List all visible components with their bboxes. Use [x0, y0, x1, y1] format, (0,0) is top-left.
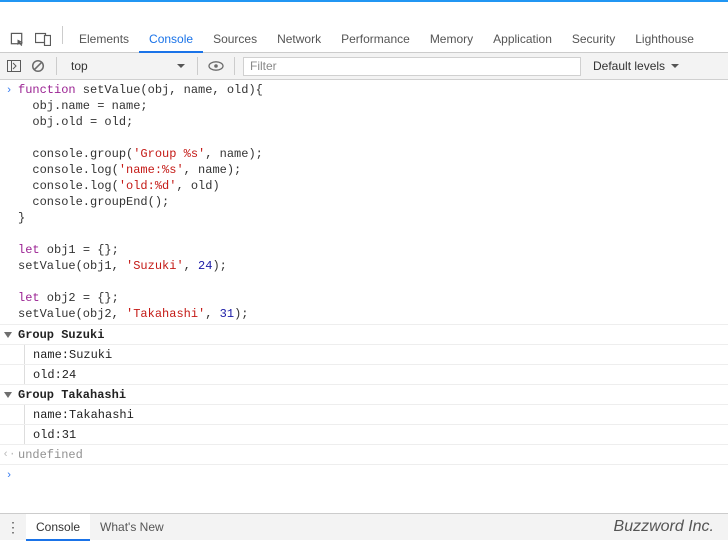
- console-toolbar: top Default levels: [0, 53, 728, 80]
- inspect-element-icon[interactable]: [4, 26, 30, 52]
- devtools-tabbar: Elements Console Sources Network Perform…: [0, 26, 728, 53]
- separator: [197, 57, 198, 75]
- tab-performance[interactable]: Performance: [331, 26, 420, 52]
- disclosure-triangle-icon: [4, 392, 12, 398]
- brand-watermark: Buzzword Inc.: [614, 514, 728, 540]
- console-input-echo: › function setValue(obj, name, old){ obj…: [0, 80, 728, 325]
- tab-security[interactable]: Security: [562, 26, 625, 52]
- console-log-line: old:31: [0, 425, 728, 445]
- drawer-tab-whatsnew[interactable]: What's New: [90, 514, 174, 540]
- clear-console-icon[interactable]: [26, 53, 50, 79]
- separator: [62, 26, 63, 44]
- window-top-strip: [0, 0, 728, 26]
- sidebar-toggle-icon[interactable]: [2, 53, 26, 79]
- tab-sources[interactable]: Sources: [203, 26, 267, 52]
- output-marker-icon: ‹·: [0, 446, 18, 463]
- levels-label: Default levels: [593, 59, 665, 73]
- console-log-line: name:Takahashi: [0, 405, 728, 425]
- code-snippet: function setValue(obj, name, old){ obj.n…: [18, 82, 271, 322]
- input-marker-icon: ›: [0, 467, 18, 484]
- more-icon[interactable]: ⋮: [0, 514, 26, 540]
- tab-application[interactable]: Application: [483, 26, 562, 52]
- live-expression-icon[interactable]: [204, 53, 228, 79]
- console-log-line: old:24: [0, 365, 728, 385]
- separator: [234, 57, 235, 75]
- context-selector[interactable]: top: [63, 56, 191, 76]
- console-group-header[interactable]: Group Takahashi: [0, 385, 728, 405]
- console-output[interactable]: › function setValue(obj, name, old){ obj…: [0, 80, 728, 513]
- group-title: Group Takahashi: [18, 387, 126, 403]
- tab-lighthouse[interactable]: Lighthouse: [625, 26, 704, 52]
- log-levels-selector[interactable]: Default levels: [581, 59, 687, 73]
- console-return-value: ‹· undefined: [0, 445, 728, 465]
- device-toggle-icon[interactable]: [30, 26, 56, 52]
- tab-elements[interactable]: Elements: [69, 26, 139, 52]
- drawer: ⋮ Console What's New Buzzword Inc.: [0, 513, 728, 540]
- disclosure-triangle-icon: [4, 332, 12, 338]
- console-prompt[interactable]: ›: [0, 465, 728, 485]
- group-title: Group Suzuki: [18, 327, 104, 343]
- filter-input[interactable]: [243, 57, 581, 76]
- console-log-line: name:Suzuki: [0, 345, 728, 365]
- chevron-down-icon: [671, 64, 679, 68]
- separator: [56, 57, 57, 75]
- chevron-down-icon: [177, 64, 185, 68]
- input-marker-icon: ›: [0, 82, 18, 322]
- console-group-header[interactable]: Group Suzuki: [0, 325, 728, 345]
- tab-memory[interactable]: Memory: [420, 26, 483, 52]
- tab-network[interactable]: Network: [267, 26, 331, 52]
- drawer-tab-console[interactable]: Console: [26, 514, 90, 541]
- context-label: top: [71, 59, 88, 73]
- tab-console[interactable]: Console: [139, 26, 203, 53]
